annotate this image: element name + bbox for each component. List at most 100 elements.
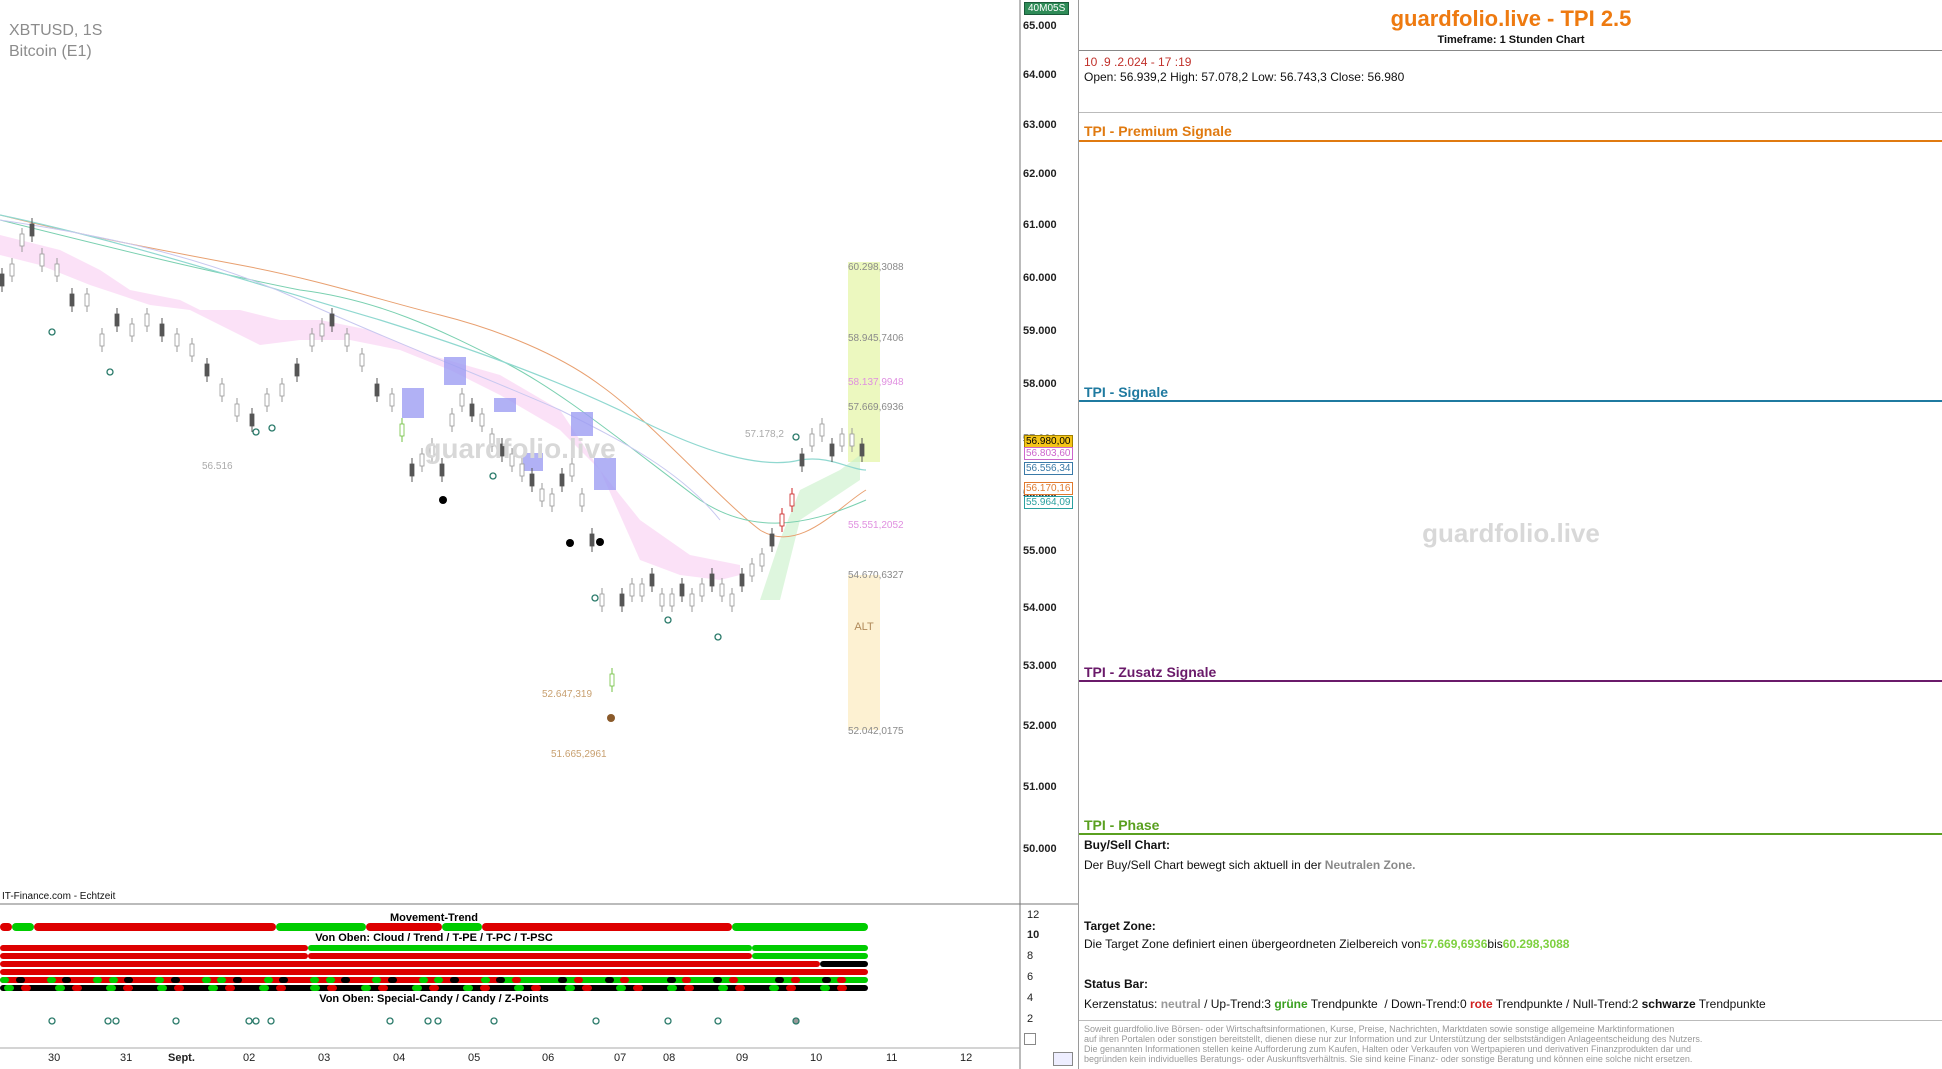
candle-body [29, 223, 35, 237]
candle-body [809, 433, 815, 447]
trend-segment [259, 985, 269, 991]
pane-toggle-icon[interactable] [1024, 1033, 1036, 1045]
z-points-row [48, 1017, 800, 1025]
trend-row [0, 953, 868, 960]
indicator-tick-label: 2 [1027, 1013, 1034, 1025]
date-axis[interactable]: 30 31 Sept. 02 03 04 05 06 07 08 09 10 11 12 [0, 1049, 1020, 1069]
status-tp2: Trendpunkte / Null-Trend:2 [1492, 997, 1642, 1011]
trend-segment [582, 985, 592, 991]
disclaimer-line: Die genannten Informationen stellen kein… [1084, 1044, 1692, 1054]
candle-body [519, 463, 525, 477]
trend-segment [0, 977, 9, 983]
candle-body [579, 493, 585, 507]
status-red: rote [1469, 997, 1493, 1011]
trend-segment [511, 977, 521, 983]
trend-segment [418, 977, 428, 983]
candle-body [479, 413, 485, 427]
candle-body [839, 433, 845, 447]
ma-orange-line [0, 214, 867, 538]
trend-segment [666, 977, 676, 983]
trend-segment [139, 977, 149, 983]
level-label: 55.551,2052 [848, 520, 904, 531]
cloud-area-green [760, 455, 860, 600]
trend-segment [650, 985, 660, 991]
signal-dot [607, 714, 615, 722]
watermark: guardfolio.live [424, 433, 615, 464]
trend-row [0, 961, 868, 968]
trend-segment [155, 977, 164, 983]
trend-segment [344, 985, 354, 991]
signal-dots [48, 328, 800, 722]
trend-segment [140, 985, 150, 991]
trend-segment [123, 985, 133, 991]
trend-segment [718, 985, 728, 991]
trend-segment [732, 923, 868, 931]
status-tp1: Trendpunkte / Down-Trend:0 [1307, 997, 1470, 1011]
trend-segment [4, 985, 14, 991]
trend-segment [803, 985, 813, 991]
trend-segment [735, 985, 745, 991]
z-point [245, 1017, 253, 1025]
date-tick-label: 11 [886, 1052, 898, 1064]
section-phase: TPI - Phase [1084, 817, 1160, 833]
price-tick-label: 65.000 [1023, 20, 1057, 32]
candle-body [189, 343, 195, 357]
candle-body [99, 333, 105, 347]
signal-dot [591, 594, 599, 602]
status-bar-text: Kerzenstatus: neutral / Up-Trend:3 grüne… [1084, 997, 1766, 1011]
trend-segment [225, 985, 235, 991]
trend-segment [837, 985, 847, 991]
trend-segment [170, 977, 180, 983]
trend-segment [589, 977, 598, 983]
data-source-label: IT-Finance.com - Echtzeit [2, 891, 116, 902]
trend-segment [752, 953, 868, 959]
trend-segment [72, 985, 82, 991]
trend-segment [89, 985, 99, 991]
candle-body [789, 493, 795, 507]
candle-body [409, 463, 415, 477]
date-tick-label: 09 [736, 1052, 749, 1064]
signal-dot [106, 368, 114, 376]
price-chart-area[interactable]: XBTUSD, 1S Bitcoin (E1) ALT 60.298,3088 … [0, 0, 1078, 1069]
trend-segment [482, 923, 732, 931]
trend-segment [108, 977, 118, 983]
price-axis[interactable]: 40M05S 65.000 64.000 63.000 62.000 61.000 60.… [1021, 0, 1078, 904]
trend-segment [124, 977, 133, 983]
price-tick-label: 51.000 [1023, 781, 1057, 793]
z-point [104, 1017, 112, 1025]
trend-segment [548, 985, 558, 991]
indicator-pane[interactable]: Movement-Trend Von Oben: Cloud / Trend /… [0, 905, 1020, 1048]
trend-segment [429, 985, 439, 991]
trend-segment [752, 985, 762, 991]
trend-segment [449, 977, 459, 983]
trend-segment [21, 985, 31, 991]
date-tick-label: 12 [960, 1052, 973, 1064]
candle-body [54, 263, 60, 277]
z-point [434, 1017, 442, 1025]
candle-body [374, 383, 380, 397]
signal-dot [714, 633, 722, 641]
trend-segment [496, 977, 505, 983]
trend-segment [0, 923, 12, 931]
trend-segment [769, 985, 779, 991]
trend-segment [651, 977, 660, 983]
candle-body [264, 393, 270, 407]
trend-segment [62, 977, 71, 983]
trend-segment [308, 945, 752, 951]
trend-segment [403, 977, 412, 983]
indicator-title-candy: Von Oben: Special-Candy / Candy / Z-Poin… [319, 993, 549, 1005]
signal-dot [439, 496, 447, 504]
price-tick-label: 64.000 [1023, 69, 1057, 81]
candle-body [0, 273, 5, 287]
signal-dot [664, 616, 672, 624]
candle-body [709, 573, 715, 587]
trend-segment [852, 977, 862, 983]
z-point [664, 1017, 672, 1025]
trend-segment [157, 985, 167, 991]
chart-settings-icon[interactable] [1053, 1052, 1073, 1066]
candle-body [529, 473, 535, 487]
indicator-tick-label: 12 [1027, 909, 1040, 921]
candle-body [359, 353, 365, 367]
trend-segment [620, 977, 629, 983]
date-tick-label: 04 [393, 1052, 406, 1064]
